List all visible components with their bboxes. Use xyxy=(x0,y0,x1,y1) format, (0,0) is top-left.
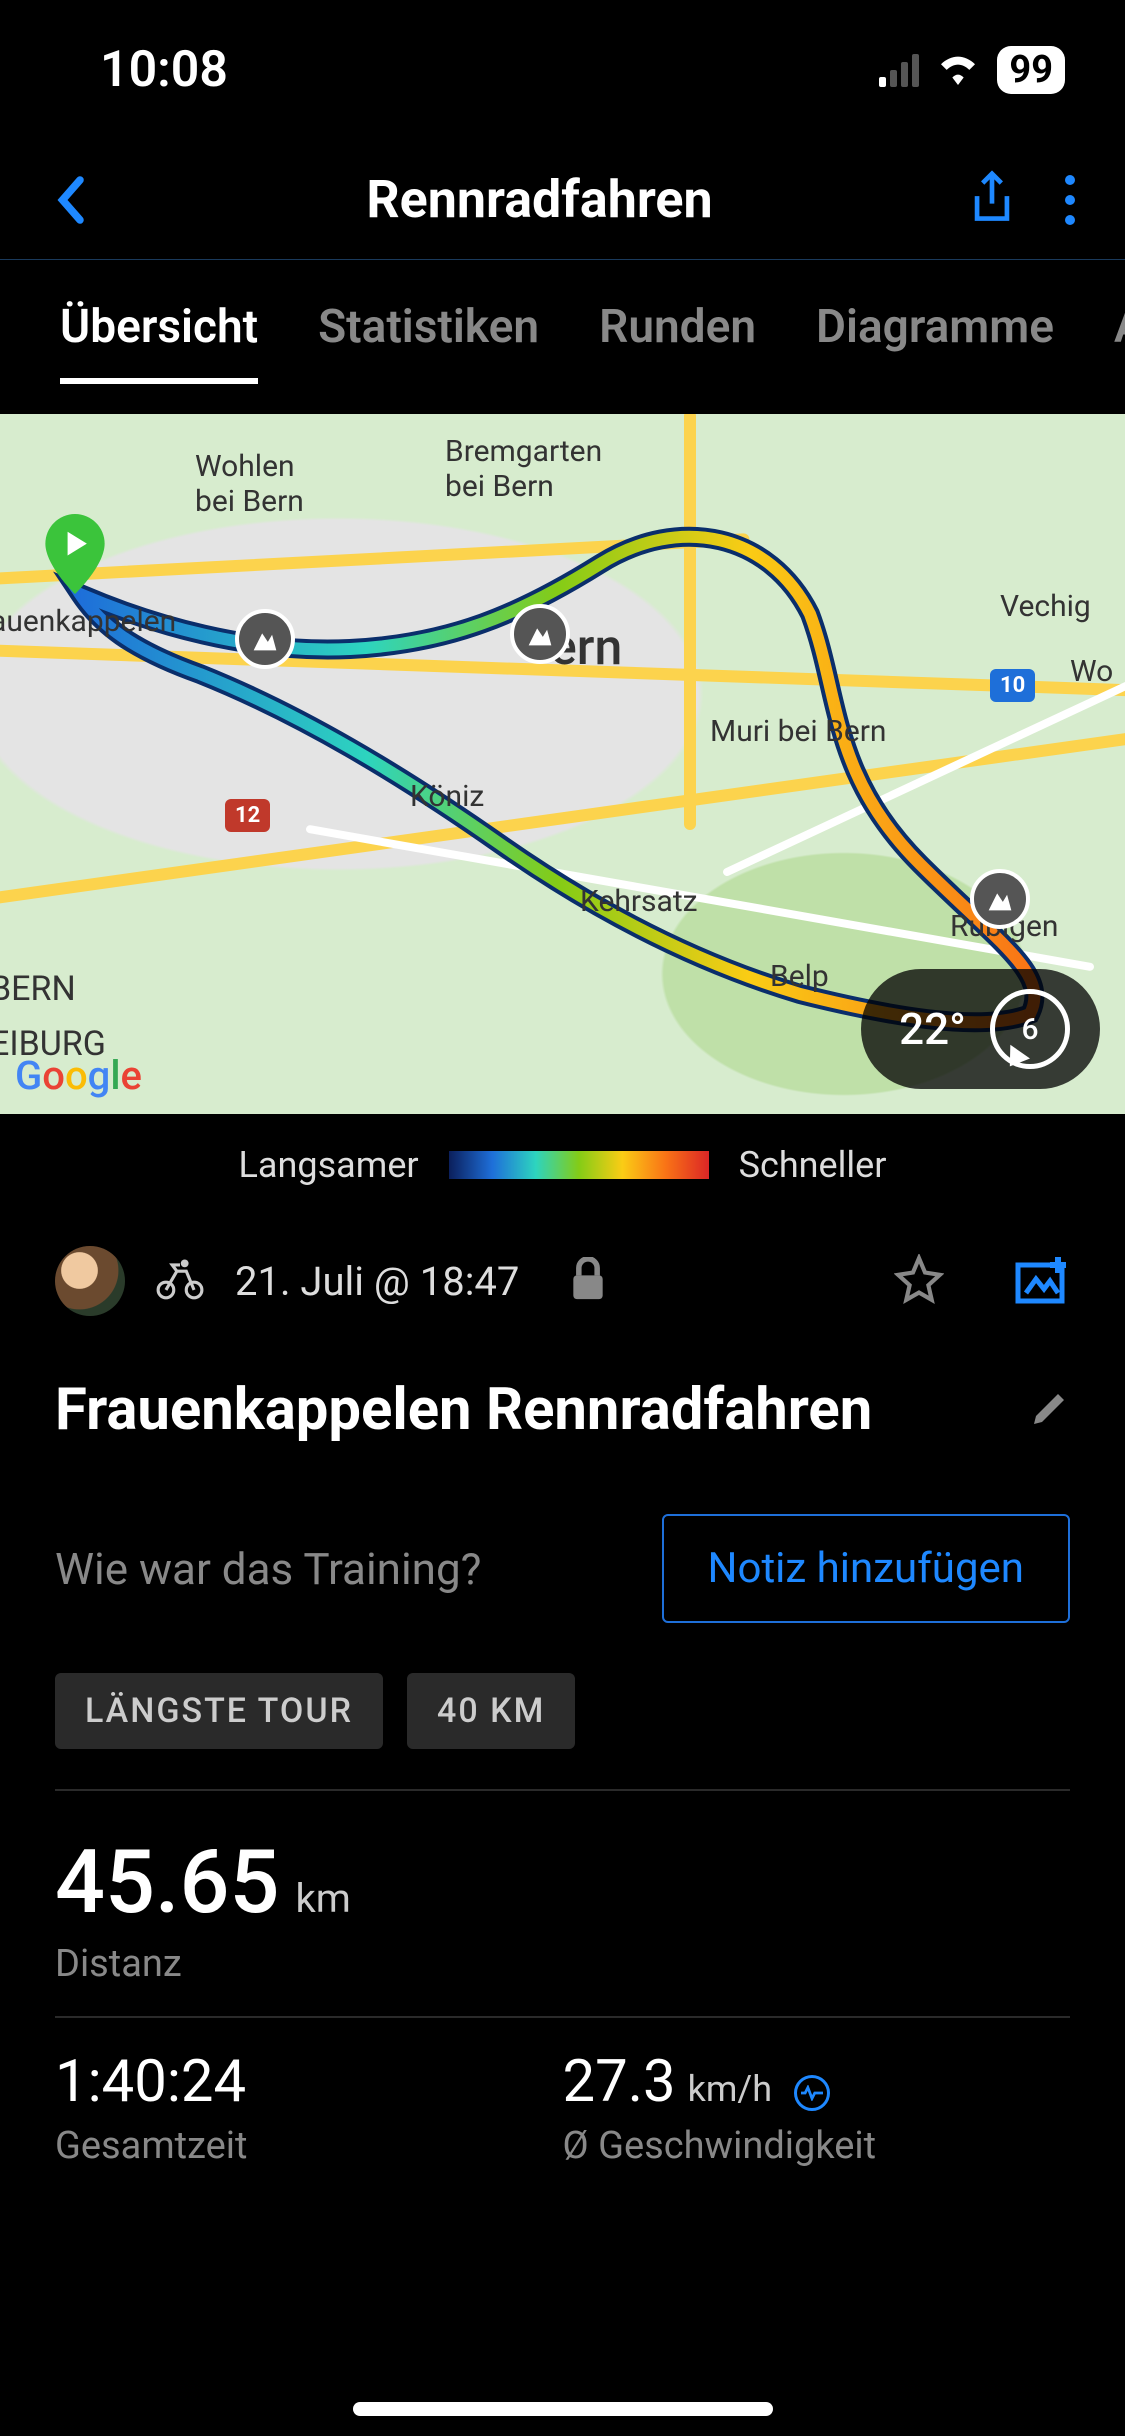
map-label: Bremgarten bei Bern xyxy=(445,434,602,504)
tab-equipment[interactable]: Ausr xyxy=(1114,300,1125,384)
wind-indicator: 6 xyxy=(990,989,1070,1069)
achievement-badges: LÄNGSTE TOUR 40 KM xyxy=(0,1673,1125,1789)
map-label: auenkappelen xyxy=(0,604,176,639)
speed-legend: Langsamer Schneller xyxy=(0,1114,1125,1216)
status-icons: 99 xyxy=(879,46,1065,94)
privacy-lock-icon[interactable] xyxy=(569,1257,607,1305)
tab-statistics[interactable]: Statistiken xyxy=(318,300,539,384)
map-label: Muri bei Bern xyxy=(710,714,886,749)
temperature: 22° xyxy=(899,1003,966,1055)
page-title: Rennradfahren xyxy=(110,169,969,230)
map-label: BERN xyxy=(0,969,76,1009)
stat-distance: 45.65 km Distanz xyxy=(0,1791,1125,2016)
status-time: 10:08 xyxy=(100,41,228,99)
speed-label: Ø Geschwindigkeit xyxy=(563,2124,1071,2168)
map-label: Kehrsatz xyxy=(580,884,698,919)
add-note-button[interactable]: Notiz hinzufügen xyxy=(662,1514,1070,1623)
speed-value: 27.3 xyxy=(563,2048,676,2116)
time-label: Gesamtzeit xyxy=(55,2124,563,2168)
map-label: Belp xyxy=(770,959,829,994)
favorite-button[interactable] xyxy=(894,1254,944,1308)
note-prompt: Wie war das Training? xyxy=(55,1543,632,1595)
start-marker-icon xyxy=(45,514,105,598)
home-indicator[interactable] xyxy=(353,2402,773,2416)
note-row: Wie war das Training? Notiz hinzufügen xyxy=(0,1464,1125,1673)
add-photo-button[interactable] xyxy=(1014,1253,1070,1309)
more-menu-button[interactable] xyxy=(1065,175,1075,225)
activity-meta-row: 21. Juli @ 18:47 xyxy=(0,1216,1125,1346)
status-bar: 10:08 99 xyxy=(0,0,1125,140)
activity-title-row: Frauenkappelen Rennradfahren xyxy=(0,1346,1125,1464)
cycling-icon xyxy=(155,1257,205,1305)
battery-indicator: 99 xyxy=(997,46,1065,94)
speed-unit: km/h xyxy=(688,2068,773,2110)
edit-title-button[interactable] xyxy=(1030,1388,1070,1432)
elevation-marker-icon xyxy=(970,869,1030,929)
tab-bar: Übersicht Statistiken Runden Diagramme A… xyxy=(0,260,1125,414)
distance-label: Distanz xyxy=(55,1942,1070,1986)
share-button[interactable] xyxy=(969,170,1015,230)
speed-gradient-icon xyxy=(449,1151,709,1179)
route-map[interactable]: Wohlen bei Bern Bremgarten bei Bern ern … xyxy=(0,414,1125,1114)
badge-40km[interactable]: 40 KM xyxy=(407,1673,575,1749)
elevation-marker-icon xyxy=(510,604,570,664)
app-header: Rennradfahren xyxy=(0,140,1125,260)
stat-total-time: 1:40:24 Gesamtzeit xyxy=(55,2048,563,2168)
sensor-icon xyxy=(794,2075,830,2111)
stat-avg-speed: 27.3 km/h Ø Geschwindigkeit xyxy=(563,2048,1071,2168)
distance-unit: km xyxy=(296,1875,351,1922)
tab-overview[interactable]: Übersicht xyxy=(60,300,258,384)
user-avatar[interactable] xyxy=(55,1246,125,1316)
activity-datetime: 21. Juli @ 18:47 xyxy=(235,1258,519,1305)
back-button[interactable] xyxy=(30,175,110,225)
distance-value: 45.65 xyxy=(55,1831,280,1934)
road-shield: 12 xyxy=(225,799,270,832)
badge-longest-ride[interactable]: LÄNGSTE TOUR xyxy=(55,1673,383,1749)
activity-title: Frauenkappelen Rennradfahren xyxy=(55,1376,1000,1444)
stat-grid: 1:40:24 Gesamtzeit 27.3 km/h Ø Geschwind… xyxy=(0,2018,1125,2208)
tab-charts[interactable]: Diagramme xyxy=(816,300,1054,384)
google-attribution: Google xyxy=(15,1052,142,1099)
legend-slower: Langsamer xyxy=(239,1144,419,1186)
map-label: Wo xyxy=(1070,654,1113,689)
map-label: Vechig xyxy=(1000,589,1091,624)
tab-laps[interactable]: Runden xyxy=(599,300,756,384)
map-label: Köniz xyxy=(410,779,484,814)
map-label: Wohlen bei Bern xyxy=(195,449,304,519)
weather-widget[interactable]: 22° 6 xyxy=(861,969,1100,1089)
cellular-signal-icon xyxy=(879,53,919,87)
road-shield: 10 xyxy=(990,669,1035,702)
wifi-icon xyxy=(935,51,981,89)
time-value: 1:40:24 xyxy=(55,2048,246,2116)
legend-faster: Schneller xyxy=(739,1144,887,1186)
elevation-marker-icon xyxy=(235,609,295,669)
